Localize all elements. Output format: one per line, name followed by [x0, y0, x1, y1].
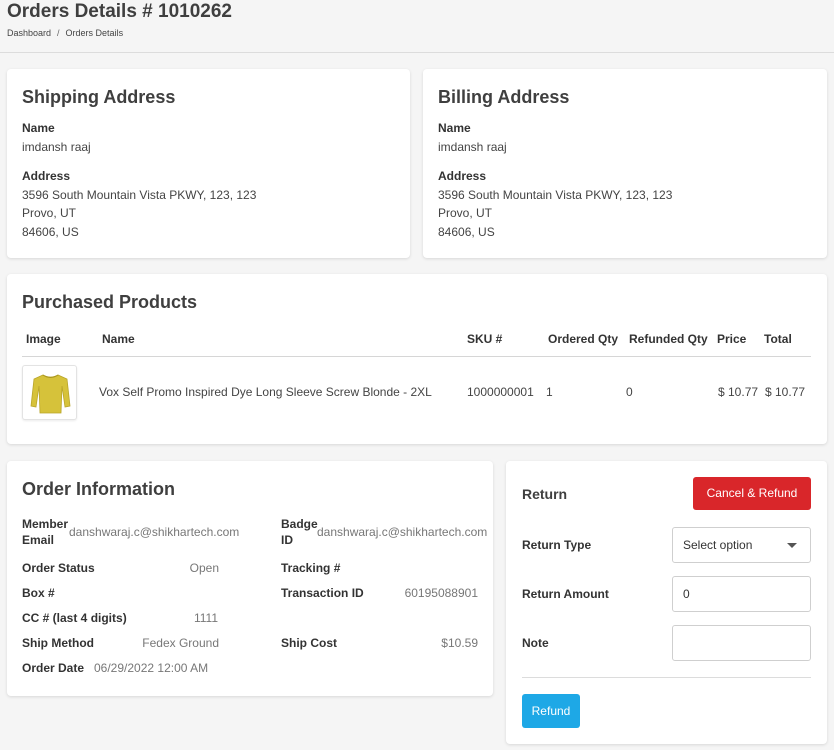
product-total: $ 10.77 [765, 385, 806, 399]
ship-method-value: Fedex Ground [142, 636, 219, 650]
product-price: $ 10.77 [718, 385, 759, 399]
billing-address-line3: 84606, US [438, 225, 495, 239]
column-header-price: Price [717, 332, 747, 346]
shirt-icon [30, 374, 71, 414]
breadcrumb-dashboard[interactable]: Dashboard [7, 28, 51, 38]
order-information-title: Order Information [22, 479, 176, 499]
page-title: Orders Details # 1010262 [7, 1, 232, 22]
product-image[interactable] [22, 365, 77, 420]
badge-id-value: danshwaraj.c@shikhartech.com [317, 525, 488, 539]
billing-address-line1: 3596 South Mountain Vista PKWY, 123, 123 [438, 188, 673, 202]
column-header-name: Name [102, 332, 135, 346]
return-divider [522, 677, 811, 678]
column-header-total: Total [764, 332, 792, 346]
return-type-selected: Select option [683, 538, 753, 552]
ship-cost-value: $10.59 [441, 636, 478, 650]
transaction-id-label: Transaction ID [281, 586, 364, 600]
product-ordered-qty: 1 [546, 385, 553, 399]
order-status-label: Order Status [22, 561, 95, 575]
cc-last4-value: 1111 [193, 611, 218, 625]
cancel-refund-button[interactable]: Cancel & Refund [693, 477, 811, 510]
page-header: Orders Details # 1010262 Dashboard / Order… [0, 0, 834, 53]
billing-name-label: Name [438, 121, 471, 135]
return-type-label: Return Type [522, 538, 592, 552]
billing-address-line2: Provo, UT [438, 206, 493, 220]
shipping-address-title: Shipping Address [22, 87, 176, 107]
shipping-name-label: Name [22, 121, 55, 135]
purchased-products-title: Purchased Products [22, 292, 198, 312]
box-label: Box # [22, 586, 55, 600]
transaction-id-value: 60195088901 [404, 586, 478, 600]
refund-button[interactable]: Refund [522, 694, 580, 728]
shipping-name: imdansh raaj [22, 140, 91, 154]
breadcrumb-separator: / [57, 28, 60, 38]
member-email-label: Member Email [22, 517, 69, 547]
billing-name: imdansh raaj [438, 140, 507, 154]
note-input[interactable] [672, 625, 811, 661]
cc-last4-label: CC # (last 4 digits) [22, 611, 127, 625]
product-sku: 1000000001 [467, 385, 534, 399]
breadcrumb-orders-details: Orders Details [65, 28, 124, 38]
billing-address-label: Address [438, 169, 487, 183]
return-amount-value: 0 [683, 587, 690, 601]
return-title: Return [522, 486, 568, 502]
ship-cost-label: Ship Cost [281, 636, 337, 650]
return-amount-label: Return Amount [522, 587, 609, 601]
order-status-value: Open [189, 561, 219, 575]
column-header-image: Image [26, 332, 61, 346]
chevron-down-icon [787, 543, 797, 548]
order-date-label: Order Date [22, 661, 85, 675]
breadcrumb: Dashboard / Orders Details [7, 28, 123, 38]
shipping-address-label: Address [22, 169, 71, 183]
column-header-ordered-qty: Ordered Qty [548, 332, 619, 346]
return-amount-input[interactable]: 0 [672, 576, 811, 612]
billing-address-title: Billing Address [438, 87, 570, 107]
tracking-label: Tracking # [281, 561, 341, 575]
product-name: Vox Self Promo Inspired Dye Long Sleeve … [99, 385, 432, 399]
table-header-divider [22, 356, 811, 357]
product-refunded-qty: 0 [626, 385, 633, 399]
member-email-value: danshwaraj.c@shikhartech.com [69, 525, 240, 539]
note-label: Note [522, 636, 549, 650]
ship-method-label: Ship Method [22, 636, 94, 650]
shipping-address-line2: Provo, UT [22, 206, 77, 220]
shipping-address-line3: 84606, US [22, 225, 79, 239]
order-date-value: 06/29/2022 12:00 AM [94, 661, 209, 675]
shipping-address-line1: 3596 South Mountain Vista PKWY, 123, 123 [22, 188, 257, 202]
column-header-sku: SKU # [467, 332, 503, 346]
column-header-refunded-qty: Refunded Qty [629, 332, 708, 346]
